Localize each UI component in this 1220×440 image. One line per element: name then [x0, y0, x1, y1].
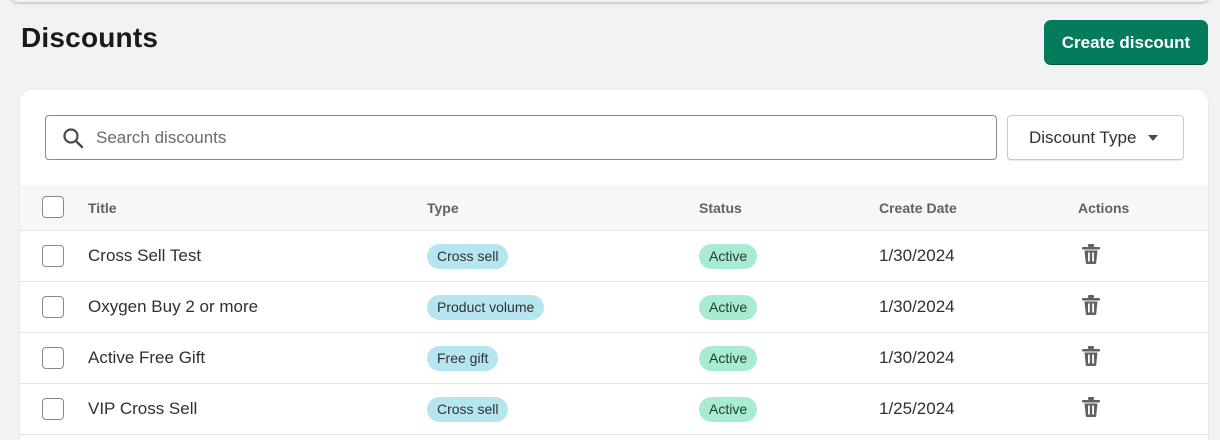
type-badge: Product volume	[427, 295, 545, 320]
search-input[interactable]	[96, 116, 996, 159]
discount-type-filter[interactable]: Discount Type	[1007, 115, 1184, 160]
table-row[interactable]: Cross Sell Test Cross sell Active 1/30/2…	[20, 231, 1208, 282]
trash-icon[interactable]	[1081, 396, 1101, 418]
create-date: 1/25/2024	[879, 399, 955, 418]
column-header-status[interactable]: Status	[699, 200, 742, 216]
search-field[interactable]	[45, 115, 997, 160]
column-header-actions: Actions	[1078, 200, 1130, 216]
table-row[interactable]: Active Free Gift Free gift Active 1/30/2…	[20, 333, 1208, 384]
row-checkbox[interactable]	[42, 245, 64, 267]
row-checkbox[interactable]	[42, 296, 64, 318]
table-row[interactable]: Oxygen Buy 2 or more Product volume Acti…	[20, 282, 1208, 333]
create-date: 1/30/2024	[879, 297, 955, 316]
discount-title[interactable]: VIP Cross Sell	[88, 399, 197, 419]
type-badge: Free gift	[427, 346, 499, 371]
column-header-create-date[interactable]: Create Date	[879, 200, 957, 216]
status-badge: Active	[699, 295, 758, 320]
table-header: Title Type Status Create Date Actions	[20, 185, 1208, 231]
status-badge: Active	[699, 244, 758, 269]
search-icon	[63, 127, 84, 148]
trash-icon[interactable]	[1081, 294, 1101, 316]
status-badge: Active	[699, 397, 758, 422]
page-title: Discounts	[21, 22, 159, 53]
discount-title[interactable]: Active Free Gift	[88, 348, 205, 368]
table-row[interactable]: VIP Cross Sell Cross sell Active 1/25/20…	[20, 384, 1208, 435]
row-checkbox[interactable]	[42, 347, 64, 369]
status-badge: Active	[699, 346, 758, 371]
discount-type-filter-label: Discount Type	[1029, 127, 1137, 147]
create-date: 1/30/2024	[879, 246, 955, 265]
type-badge: Cross sell	[427, 397, 509, 422]
row-checkbox[interactable]	[42, 398, 64, 420]
trash-icon[interactable]	[1081, 243, 1101, 265]
type-badge: Cross sell	[427, 244, 509, 269]
trash-icon[interactable]	[1081, 345, 1101, 367]
discounts-card: Discount Type Title Type Status Create D…	[20, 90, 1208, 440]
select-all-checkbox[interactable]	[42, 196, 64, 218]
caret-down-icon	[1148, 134, 1159, 141]
column-header-title[interactable]: Title	[88, 200, 117, 216]
create-date: 1/30/2024	[879, 348, 955, 367]
discount-title[interactable]: Cross Sell Test	[88, 246, 201, 266]
discount-title[interactable]: Oxygen Buy 2 or more	[88, 297, 258, 317]
column-header-type[interactable]: Type	[427, 200, 459, 216]
top-bar-edge	[10, 0, 1210, 2]
create-discount-button[interactable]: Create discount	[1044, 20, 1208, 65]
